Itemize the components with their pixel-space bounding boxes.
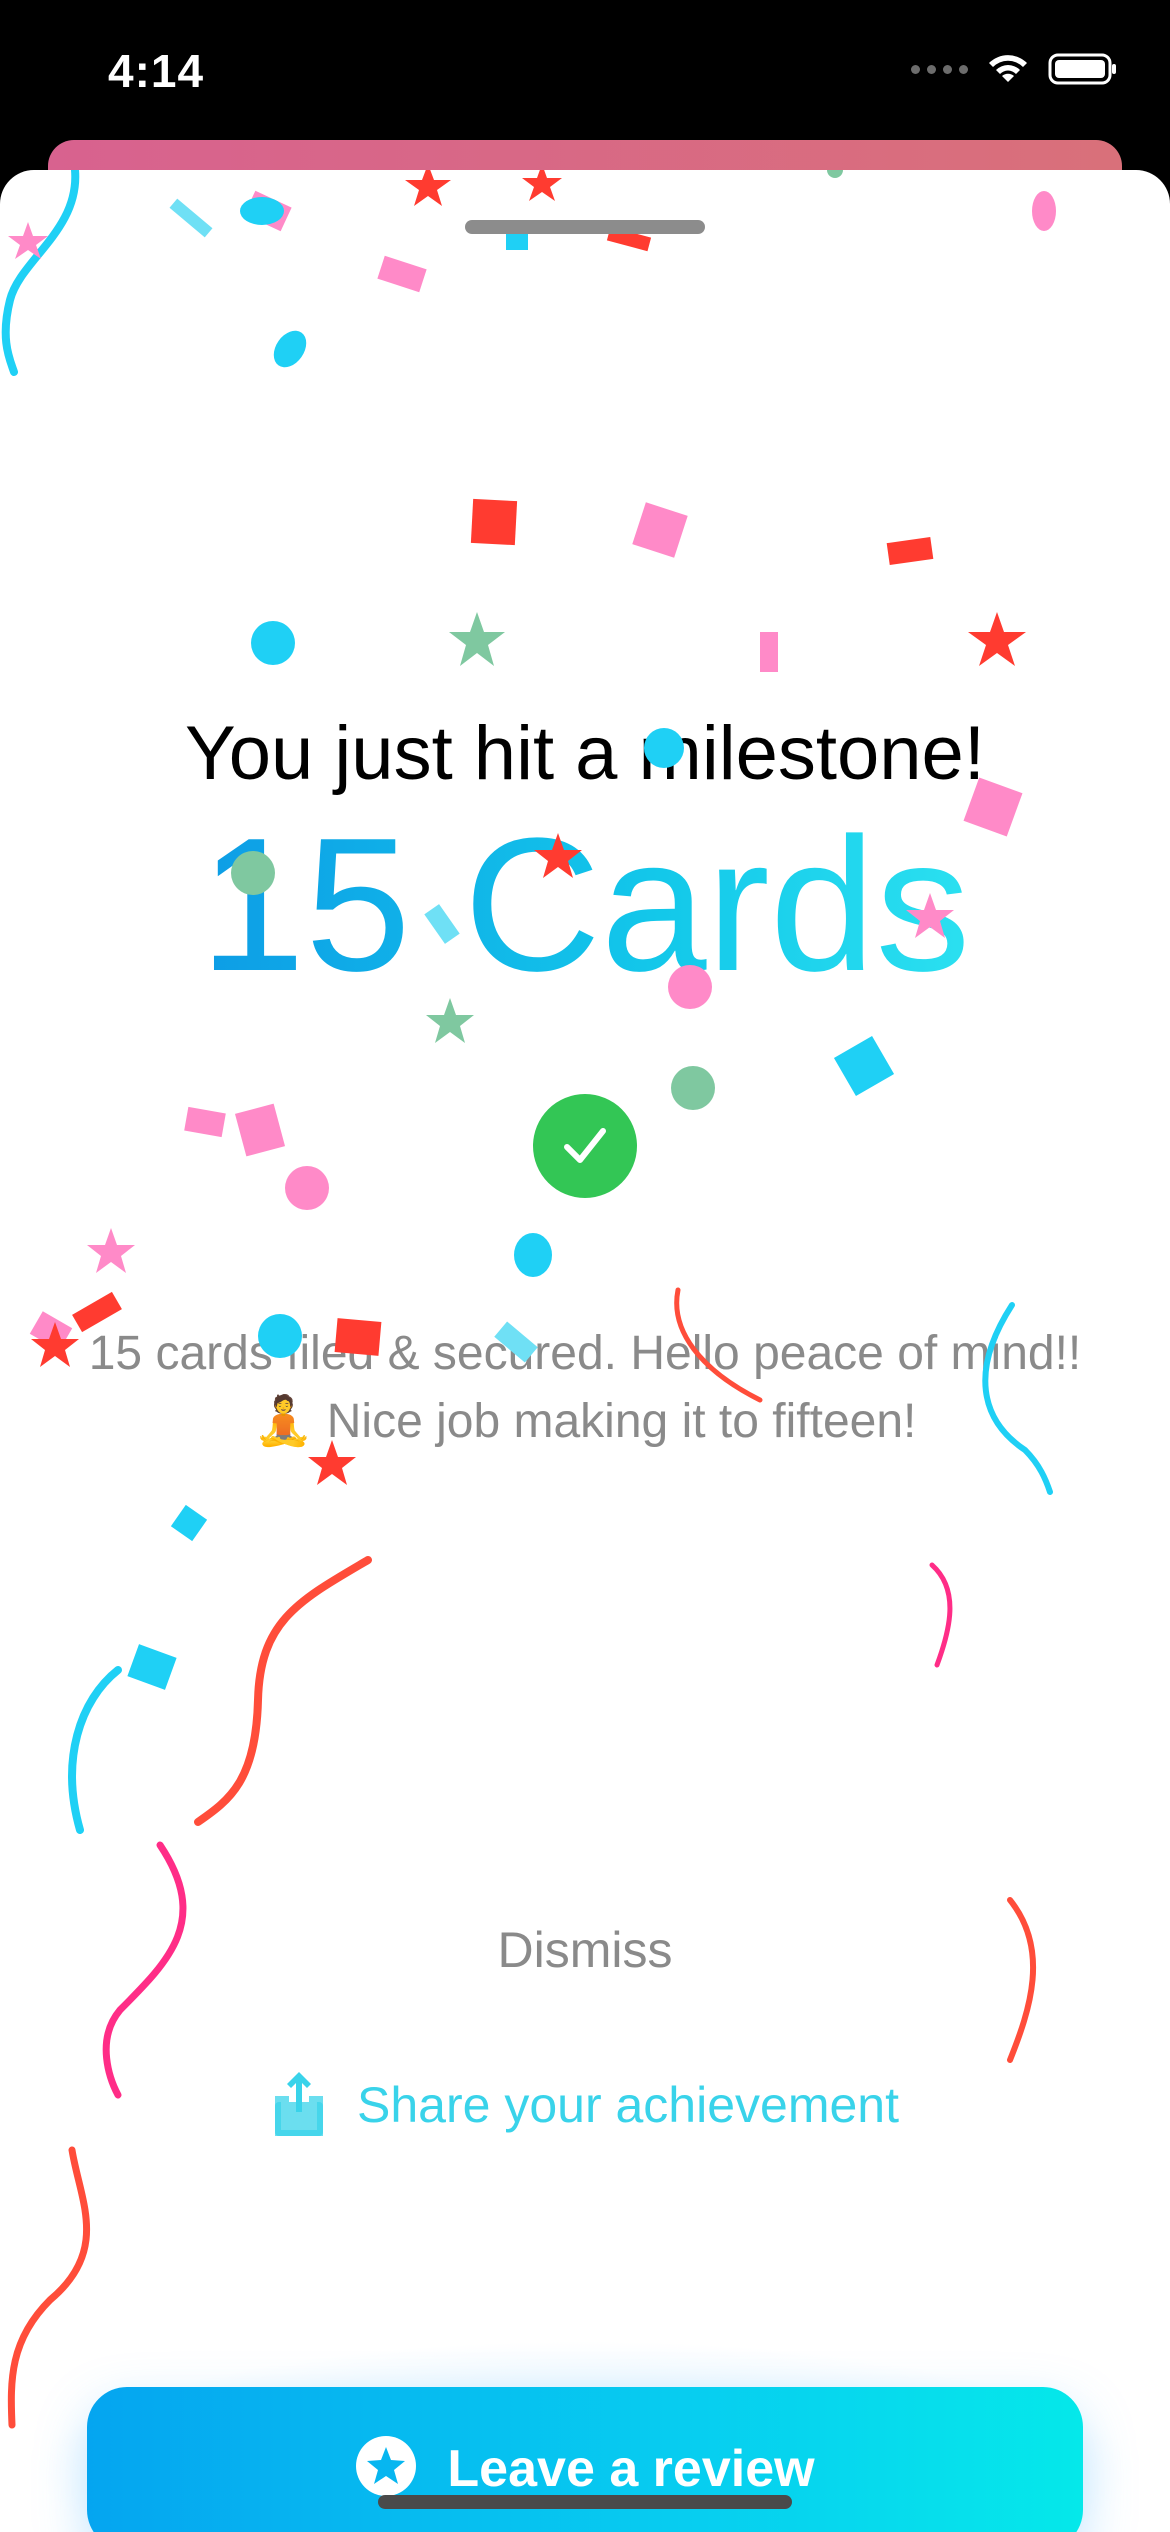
description-line-2: 🧘 Nice job making it to fifteen! — [253, 1395, 917, 1448]
cellular-dots-icon — [911, 64, 968, 74]
share-button[interactable]: Share your achievement — [260, 2060, 910, 2150]
status-time: 4:14 — [108, 45, 205, 97]
wifi-icon — [986, 52, 1030, 86]
leave-review-label: Leave a review — [447, 2439, 815, 2498]
description-line-1: 15 cards filed & secured. Hello peace of… — [88, 1327, 1082, 1380]
milestone-headline: You just hit a milestone! — [185, 711, 985, 796]
checkmark-circle-icon — [533, 1094, 637, 1198]
milestone-description: 15 cards filed & secured. Hello peace of… — [0, 1320, 1170, 1456]
milestone-count: 15 Cards — [0, 810, 1170, 1000]
dismiss-button[interactable]: Dismiss — [440, 1910, 730, 1990]
sheet-grabber[interactable] — [465, 220, 705, 234]
share-label: Share your achievement — [357, 2077, 899, 2133]
status-icons — [911, 52, 1118, 86]
battery-icon — [1048, 52, 1118, 86]
home-indicator — [378, 2495, 792, 2509]
milestone-count-label: 15 Cards — [199, 799, 971, 1011]
share-icon — [271, 2068, 327, 2143]
star-circle-icon — [355, 2435, 417, 2502]
milestone-sheet: You just hit a milestone! 15 Cards 15 ca… — [0, 170, 1170, 2532]
leave-review-button[interactable]: Leave a review — [87, 2387, 1083, 2532]
status-bar: 4:14 — [0, 0, 1170, 150]
